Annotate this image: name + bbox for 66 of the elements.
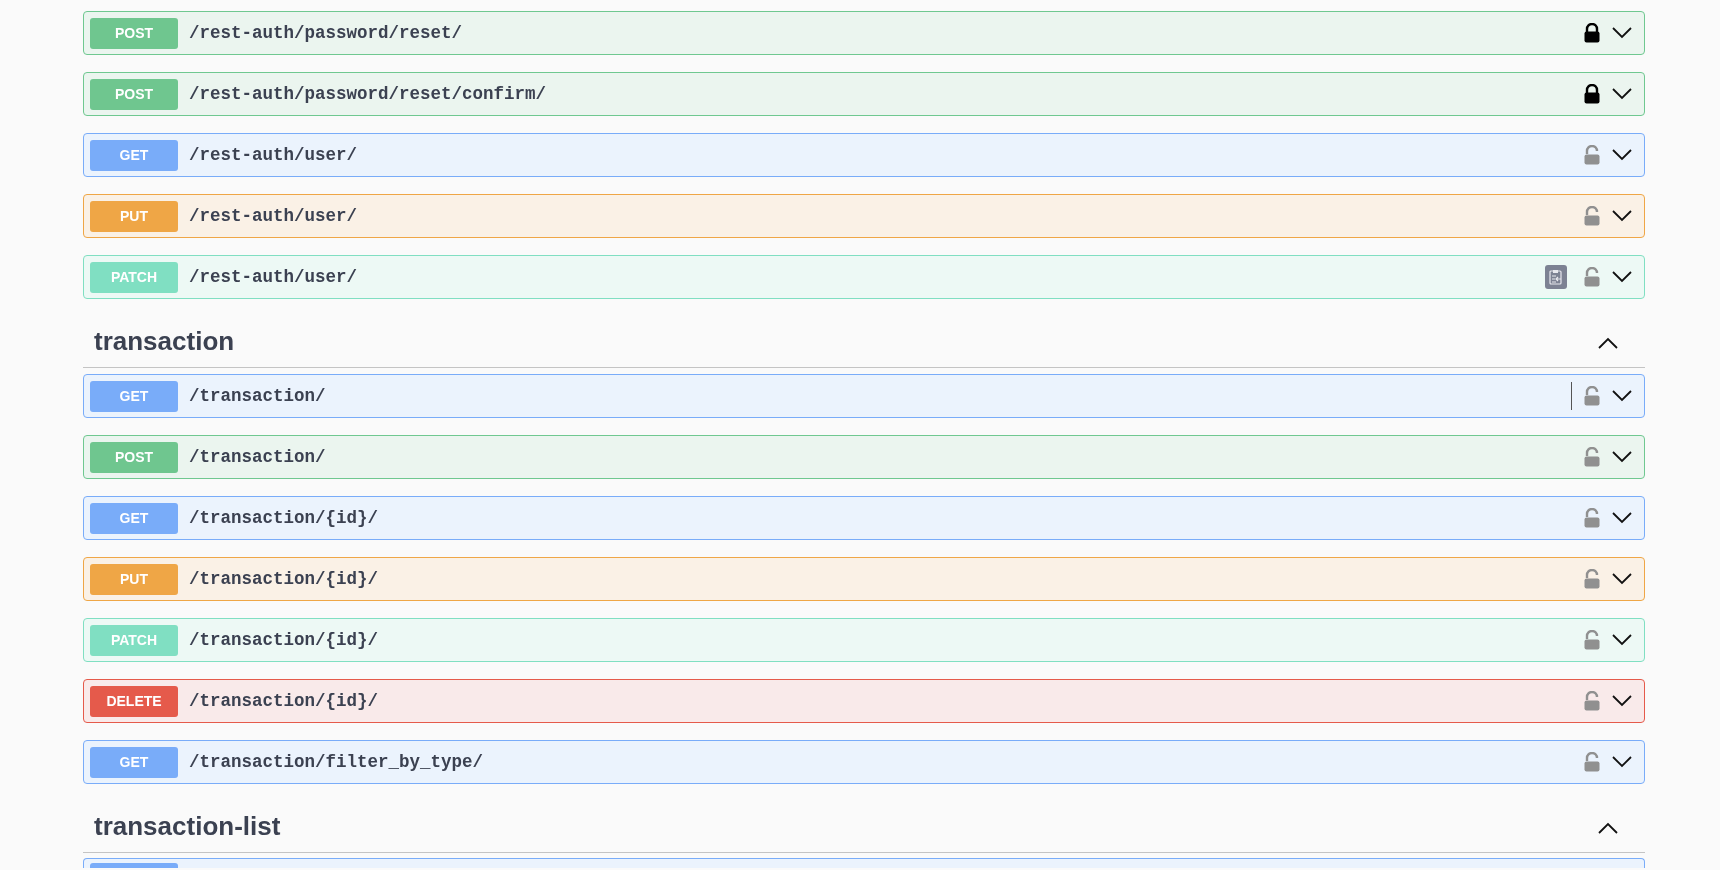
unlocked-icon[interactable] xyxy=(1584,508,1600,528)
endpoint-path: /transaction/{id}/ xyxy=(189,689,379,713)
method-badge: PUT xyxy=(90,200,178,232)
endpoint-path: /rest-auth/password/reset/ xyxy=(189,21,463,45)
section-title[interactable]: transaction xyxy=(94,325,235,357)
endpoint-path: /transaction/{id}/ xyxy=(189,567,379,591)
operation-row[interactable]: POST /rest-auth/password/reset/confirm/ xyxy=(83,72,1645,116)
section-title[interactable]: transaction-list xyxy=(94,810,281,842)
method-badge: POST xyxy=(90,78,178,110)
operation-row[interactable]: GET /transaction/ xyxy=(83,374,1645,418)
operation-row[interactable]: GET /transaction/{id}/ xyxy=(83,496,1645,540)
operation-row[interactable]: POST /transaction/ xyxy=(83,435,1645,479)
method-badge: GET xyxy=(90,380,178,412)
endpoint-path: /transaction/ xyxy=(189,384,326,408)
chevron-down-icon[interactable] xyxy=(1612,390,1632,402)
endpoint-path: /transaction/ xyxy=(189,445,326,469)
method-badge: GET xyxy=(90,746,178,778)
chevron-up-icon[interactable] xyxy=(1598,337,1618,349)
copy-button[interactable] xyxy=(1545,265,1567,289)
method-badge: PUT xyxy=(90,563,178,595)
operation-row[interactable]: PATCH /rest-auth/user/ xyxy=(83,255,1645,299)
unlocked-icon[interactable] xyxy=(1584,630,1600,650)
unlocked-icon[interactable] xyxy=(1584,206,1600,226)
lock-icon[interactable] xyxy=(1584,84,1600,104)
chevron-down-icon[interactable] xyxy=(1612,88,1632,100)
chevron-up-icon[interactable] xyxy=(1598,822,1618,834)
chevron-down-icon[interactable] xyxy=(1612,512,1632,524)
endpoint-path: /transaction/{id}/ xyxy=(189,506,379,530)
unlocked-icon[interactable] xyxy=(1584,691,1600,711)
unlocked-icon[interactable] xyxy=(1584,145,1600,165)
method-badge: GET xyxy=(90,139,178,171)
lock-icon[interactable] xyxy=(1584,23,1600,43)
unlocked-icon[interactable] xyxy=(1584,267,1600,287)
unlocked-icon[interactable] xyxy=(1584,569,1600,589)
chevron-down-icon[interactable] xyxy=(1612,27,1632,39)
chevron-down-icon[interactable] xyxy=(1612,573,1632,585)
endpoint-path: /transaction/{id}/ xyxy=(189,628,379,652)
method-badge: POST xyxy=(90,441,178,473)
operation-row[interactable]: PUT /transaction/{id}/ xyxy=(83,557,1645,601)
method-badge: POST xyxy=(90,17,178,49)
method-badge: PATCH xyxy=(90,624,178,656)
operation-row[interactable]: PATCH /transaction/{id}/ xyxy=(83,618,1645,662)
endpoint-path: /rest-auth/user/ xyxy=(189,143,358,167)
endpoint-path: /rest-auth/password/reset/confirm/ xyxy=(189,82,547,106)
chevron-down-icon[interactable] xyxy=(1612,271,1632,283)
chevron-down-icon[interactable] xyxy=(1612,451,1632,463)
endpoint-path: /rest-auth/user/ xyxy=(189,204,358,228)
operation-row[interactable]: POST /rest-auth/password/reset/ xyxy=(83,11,1645,55)
operation-row[interactable]: DELETE /transaction/{id}/ xyxy=(83,679,1645,723)
unlocked-icon[interactable] xyxy=(1584,447,1600,467)
unlocked-icon[interactable] xyxy=(1584,386,1600,406)
clipboard-icon xyxy=(1549,269,1563,285)
chevron-down-icon[interactable] xyxy=(1612,756,1632,768)
endpoint-path: /rest-auth/user/ xyxy=(189,265,358,289)
operation-row[interactable]: GET /rest-auth/user/ xyxy=(83,133,1645,177)
chevron-down-icon[interactable] xyxy=(1612,210,1632,222)
chevron-down-icon[interactable] xyxy=(1612,149,1632,161)
endpoint-path: /transaction/filter_by_type/ xyxy=(189,750,484,774)
unlocked-icon[interactable] xyxy=(1584,752,1600,772)
method-badge: DELETE xyxy=(90,685,178,717)
chevron-down-icon[interactable] xyxy=(1612,695,1632,707)
operation-row[interactable]: GET /transaction/filter_by_type/ xyxy=(83,740,1645,784)
method-badge: GET xyxy=(90,502,178,534)
method-badge: PATCH xyxy=(90,261,178,293)
chevron-down-icon[interactable] xyxy=(1612,634,1632,646)
operation-row[interactable]: PUT /rest-auth/user/ xyxy=(83,194,1645,238)
